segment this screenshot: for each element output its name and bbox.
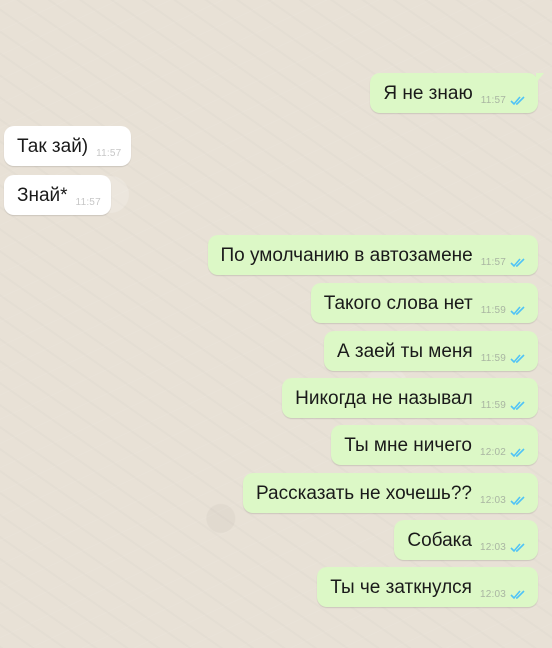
message-bubble-outgoing[interactable]: Собака 12:03 (394, 520, 538, 560)
message-bubble-incoming[interactable]: Знай* 11:57 (4, 175, 111, 215)
message-time: 11:57 (480, 94, 506, 106)
message-bubble-outgoing[interactable]: По умолчанию в автозамене 11:57 (207, 235, 538, 275)
read-ticks-icon (510, 305, 525, 315)
message-time: 11:59 (480, 304, 506, 316)
message-text: А заей ты меня (336, 340, 473, 362)
message-time: 12:03 (479, 494, 506, 506)
message-time: 11:57 (75, 196, 101, 208)
message-text: Ты че заткнулся (330, 576, 472, 598)
message-bubble-outgoing[interactable]: Ты че заткнулся 12:03 (317, 567, 538, 607)
chat-area[interactable]: Я не знаю 11:57 Так зай) 11:57 Знай* 11:… (0, 0, 552, 648)
message-time: 11:59 (480, 352, 506, 364)
message-text: Ты мне ничего (344, 434, 472, 456)
message-text: Такого слова нет (323, 292, 473, 314)
read-ticks-icon (510, 257, 525, 267)
read-ticks-icon (510, 447, 525, 457)
message-bubble-outgoing[interactable]: Ты мне ничего 12:02 (331, 425, 538, 465)
message-text: Знай* (17, 184, 68, 206)
message-bubble-outgoing[interactable]: Такого слова нет 11:59 (310, 283, 538, 323)
message-text: Так зай) (17, 135, 89, 157)
read-ticks-icon (510, 542, 525, 552)
message-bubble-outgoing[interactable]: Никогда не называл 11:59 (282, 378, 538, 418)
message-bubble-outgoing[interactable]: Я не знаю 11:57 (370, 73, 544, 113)
message-bubble-outgoing[interactable]: Рассказать не хочешь?? 12:03 (243, 473, 538, 513)
message-time: 12:02 (479, 446, 506, 458)
read-ticks-icon (510, 589, 525, 599)
message-time: 11:57 (96, 147, 122, 159)
message-text: Рассказать не хочешь?? (256, 482, 472, 504)
read-ticks-icon (510, 353, 525, 363)
message-text: Никогда не называл (295, 387, 473, 409)
message-time: 12:03 (479, 588, 506, 600)
read-ticks-icon (510, 400, 525, 410)
read-ticks-icon (510, 95, 525, 105)
message-bubble-incoming[interactable]: Так зай) 11:57 (4, 126, 132, 166)
message-text: По умолчанию в автозамене (220, 244, 473, 266)
message-time: 11:57 (480, 256, 506, 268)
read-ticks-icon (510, 495, 525, 505)
message-text: Собака (407, 529, 472, 551)
message-time: 11:59 (480, 399, 506, 411)
message-text: Я не знаю (383, 82, 473, 104)
message-bubble-outgoing[interactable]: А заей ты меня 11:59 (323, 331, 538, 371)
message-time: 12:03 (479, 541, 506, 553)
